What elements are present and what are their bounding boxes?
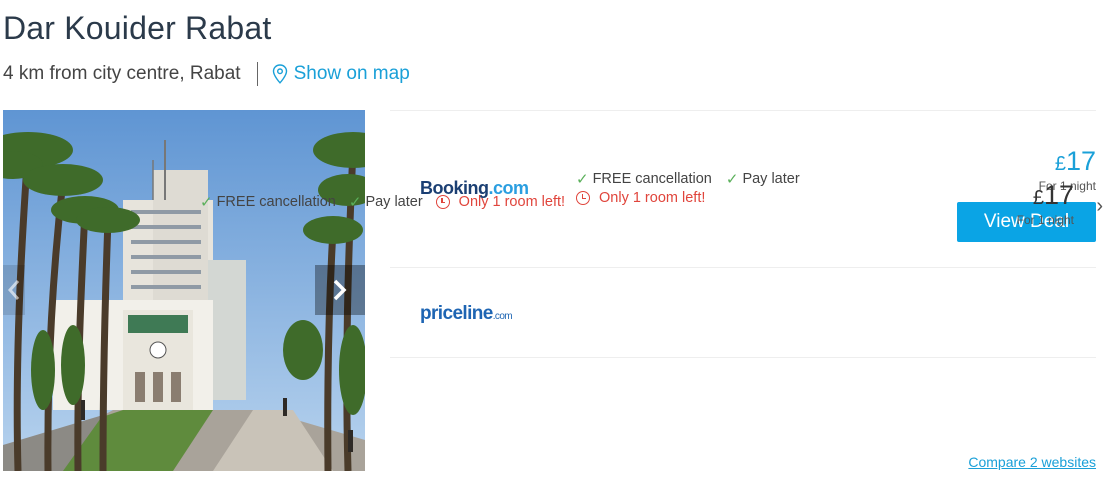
check-icon: ✓ <box>576 171 589 188</box>
street-scene-image <box>3 110 365 471</box>
deals-list: Booking.com ✓ FREE cancellation ✓ Pay late… <box>390 110 1096 358</box>
availability-warning: Only 1 room left! <box>576 190 705 210</box>
currency-symbol: £ <box>1032 187 1044 209</box>
price-value: 17 <box>1043 180 1074 210</box>
location-line: 4 km from city centre, Rabat Show on map <box>3 60 410 88</box>
chevron-left-icon <box>8 280 20 300</box>
gallery-next-button[interactable] <box>315 265 365 315</box>
map-pin-icon <box>272 64 287 84</box>
show-on-map-label: Show on map <box>293 63 410 84</box>
pay-later-feature: ✓ Pay later <box>348 194 423 211</box>
show-on-map-link[interactable]: Show on map <box>272 63 410 85</box>
check-icon: ✓ <box>725 171 739 188</box>
chevron-right-icon[interactable]: › <box>1096 195 1103 218</box>
price-value: 17 <box>1065 146 1096 176</box>
hotel-photo[interactable] <box>3 110 365 471</box>
location-text: 4 km from city centre, Rabat <box>3 63 241 84</box>
availability-warning: Only 1 room left! <box>435 193 565 211</box>
deal-features-priceline: ✓ FREE cancellation ✓ Pay later Only 1 roo… <box>200 193 565 211</box>
compare-websites-link[interactable]: Compare 2 websites <box>968 454 1096 470</box>
free-cancellation-feature: ✓ FREE cancellation <box>200 194 336 211</box>
priceline-logo: priceline.com <box>420 303 513 324</box>
pay-later-feature: ✓ Pay later <box>725 171 800 188</box>
clock-icon <box>435 195 450 209</box>
chevron-right-icon <box>333 279 347 301</box>
deal-row-priceline[interactable]: priceline.com <box>390 267 1096 358</box>
deal-row-booking[interactable]: Booking.com ✓ FREE cancellation ✓ Pay late… <box>390 110 1096 267</box>
deal-price-priceline: £17 For 1 night <box>1017 180 1074 227</box>
per-night-label: For 1 night <box>1016 213 1074 227</box>
check-icon: ✓ <box>348 194 362 211</box>
hotel-name: Dar Kouider Rabat <box>3 10 272 46</box>
gallery-prev-button[interactable] <box>3 265 25 315</box>
check-icon: ✓ <box>200 194 213 211</box>
deal-features: ✓ FREE cancellation ✓ Pay later <box>576 170 800 188</box>
currency-symbol: £ <box>1054 153 1066 175</box>
clock-icon <box>576 191 590 205</box>
free-cancellation-feature: ✓ FREE cancellation <box>576 171 712 188</box>
divider <box>256 62 258 86</box>
